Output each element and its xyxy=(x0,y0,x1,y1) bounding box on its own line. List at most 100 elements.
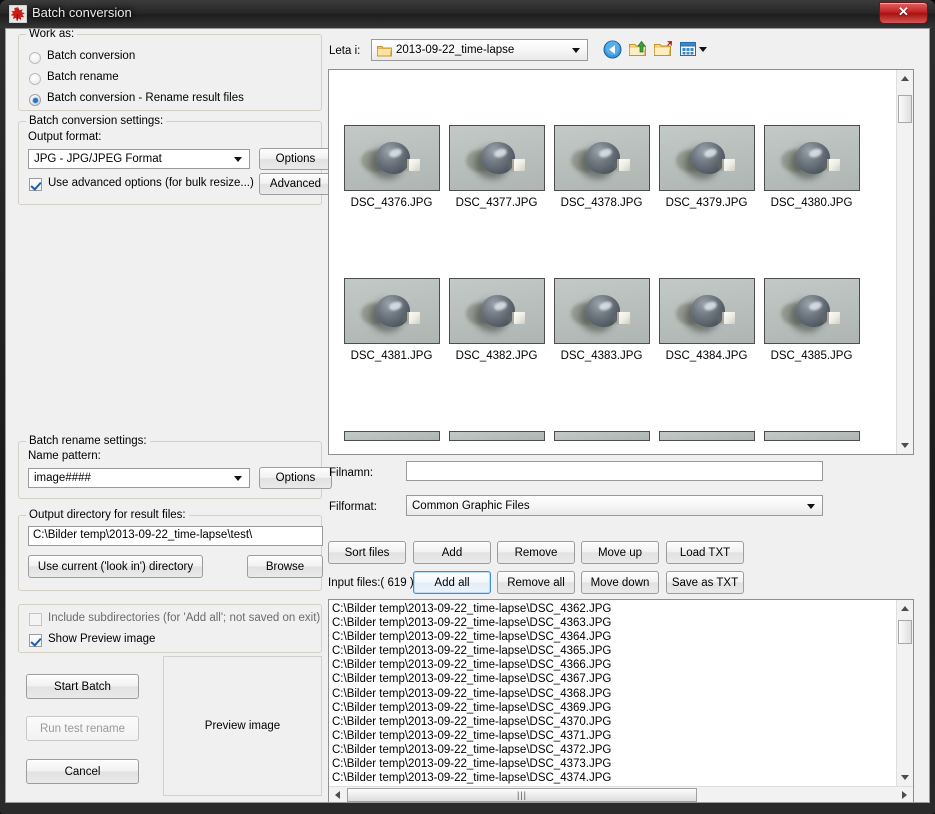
output-format-label: Output format: xyxy=(28,131,102,143)
file-list-row[interactable]: C:\Bilder temp\2013-09-22_time-lapse\DSC… xyxy=(332,771,895,785)
thumbnail-image[interactable] xyxy=(763,431,860,441)
move-up-button[interactable]: Move up xyxy=(581,541,659,564)
thumbnail-item[interactable]: DSC_4383.JPG xyxy=(549,278,654,362)
cube-shape xyxy=(616,159,630,171)
file-list-row[interactable]: C:\Bilder temp\2013-09-22_time-lapse\DSC… xyxy=(332,644,895,658)
thumbnail-item[interactable]: DSC_4378.JPG xyxy=(549,125,654,209)
scroll-up-button[interactable] xyxy=(897,600,913,617)
scroll-thumb[interactable]: ||| xyxy=(347,788,697,802)
thumbnail-image[interactable] xyxy=(448,125,545,191)
load-txt-button[interactable]: Load TXT xyxy=(666,541,744,564)
filelist-vertical-scrollbar[interactable] xyxy=(896,600,913,786)
add-all-button[interactable]: Add all xyxy=(413,571,491,594)
rename-options-button[interactable]: Options xyxy=(259,467,332,489)
thumbnail-image[interactable] xyxy=(553,431,650,441)
scroll-thumb[interactable] xyxy=(898,620,912,644)
thumbnail-image[interactable] xyxy=(343,431,440,441)
thumbnail-image[interactable] xyxy=(553,125,650,191)
fileformat-combo[interactable]: Common Graphic Files xyxy=(406,495,823,516)
view-mode-icon[interactable] xyxy=(680,41,708,61)
scroll-left-button[interactable] xyxy=(329,787,346,802)
name-pattern-combo[interactable]: image#### xyxy=(28,468,250,488)
preview-image-box: Preview image xyxy=(163,656,322,796)
rename-settings-group: Batch rename settings: Name pattern: ima… xyxy=(18,435,332,499)
close-button[interactable]: ✕ xyxy=(879,2,928,24)
thumbnail-item[interactable]: DSC_4382.JPG xyxy=(444,278,549,362)
extra-options-group: Include subdirectories (for 'Add all'; n… xyxy=(18,604,322,653)
start-batch-button[interactable]: Start Batch xyxy=(26,674,139,699)
look-in-combo[interactable]: 2013-09-22_time-lapse xyxy=(371,39,588,61)
output-format-combo[interactable]: JPG - JPG/JPEG Format xyxy=(28,149,250,169)
input-files-list[interactable]: C:\Bilder temp\2013-09-22_time-lapse\DSC… xyxy=(328,599,914,802)
thumbnail-image[interactable] xyxy=(658,278,755,344)
thumbnail-image[interactable] xyxy=(658,431,755,441)
title-bar[interactable]: Batch conversion ✕ xyxy=(0,0,935,28)
file-list-row[interactable]: C:\Bilder temp\2013-09-22_time-lapse\DSC… xyxy=(332,715,895,729)
thumbnail-item-partial[interactable] xyxy=(759,431,864,441)
file-list-row[interactable]: C:\Bilder temp\2013-09-22_time-lapse\DSC… xyxy=(332,701,895,715)
thumbnail-item[interactable]: DSC_4376.JPG xyxy=(339,125,444,209)
scroll-down-button[interactable] xyxy=(897,769,913,786)
thumbnail-image[interactable] xyxy=(448,431,545,441)
advanced-button[interactable]: Advanced xyxy=(259,173,332,195)
filelist-horizontal-scrollbar[interactable]: ||| xyxy=(329,786,913,802)
thumbnail-image[interactable] xyxy=(448,278,545,344)
up-folder-icon[interactable] xyxy=(629,40,648,62)
scroll-thumb[interactable] xyxy=(898,95,912,123)
file-list-row[interactable]: C:\Bilder temp\2013-09-22_time-lapse\DSC… xyxy=(332,616,895,630)
thumbnail-image[interactable] xyxy=(553,278,650,344)
thumbnail-item[interactable]: DSC_4380.JPG xyxy=(759,125,864,209)
scroll-up-button[interactable] xyxy=(897,70,913,87)
file-list-row[interactable]: C:\Bilder temp\2013-09-22_time-lapse\DSC… xyxy=(332,687,895,701)
name-pattern-value: image#### xyxy=(34,472,91,484)
file-list-row[interactable]: C:\Bilder temp\2013-09-22_time-lapse\DSC… xyxy=(332,630,895,644)
file-list-row[interactable]: C:\Bilder temp\2013-09-22_time-lapse\DSC… xyxy=(332,602,895,616)
file-list-row[interactable]: C:\Bilder temp\2013-09-22_time-lapse\DSC… xyxy=(332,757,895,771)
cube-shape xyxy=(826,159,840,171)
output-directory-input[interactable]: C:\Bilder temp\2013-09-22_time-lapse\tes… xyxy=(28,526,323,546)
move-down-button[interactable]: Move down xyxy=(581,571,659,594)
file-list-row[interactable]: C:\Bilder temp\2013-09-22_time-lapse\DSC… xyxy=(332,672,895,686)
thumbnail-caption: DSC_4378.JPG xyxy=(560,197,643,209)
thumbnail-item[interactable]: DSC_4377.JPG xyxy=(444,125,549,209)
cube-shape xyxy=(721,159,735,171)
output-directory-group: Output directory for result files: C:\Bi… xyxy=(18,509,323,591)
save-as-txt-button[interactable]: Save as TXT xyxy=(666,571,744,594)
remove-all-button[interactable]: Remove all xyxy=(497,571,575,594)
input-files-count-label: Input files:( 619 ) xyxy=(328,577,414,589)
use-current-directory-button[interactable]: Use current ('look in') directory xyxy=(28,555,203,578)
cancel-label: Cancel xyxy=(64,765,101,778)
add-button[interactable]: Add xyxy=(413,541,491,564)
filename-input[interactable] xyxy=(406,461,823,481)
file-list-row[interactable]: C:\Bilder temp\2013-09-22_time-lapse\DSC… xyxy=(332,743,895,757)
remove-button[interactable]: Remove xyxy=(497,541,575,564)
new-folder-icon[interactable] xyxy=(654,40,673,62)
thumbnail-browser[interactable]: DSC_4376.JPG DSC_4377.JPG DSC_4378.JPG DSC_… xyxy=(328,69,914,455)
thumbnail-vertical-scrollbar[interactable] xyxy=(896,70,913,454)
format-options-button[interactable]: Options xyxy=(259,148,332,170)
file-list-row[interactable]: C:\Bilder temp\2013-09-22_time-lapse\DSC… xyxy=(332,729,895,743)
checkbox-box xyxy=(29,178,42,191)
thumbnail-item[interactable]: DSC_4385.JPG xyxy=(759,278,864,362)
thumbnail-item[interactable]: DSC_4379.JPG xyxy=(654,125,759,209)
thumbnail-item[interactable]: DSC_4381.JPG xyxy=(339,278,444,362)
thumbnail-image[interactable] xyxy=(763,278,860,344)
thumbnail-image[interactable] xyxy=(343,125,440,191)
thumbnail-item-partial[interactable] xyxy=(444,431,549,441)
thumbnail-image[interactable] xyxy=(343,278,440,344)
back-icon[interactable] xyxy=(603,40,622,62)
scroll-down-button[interactable] xyxy=(897,437,913,454)
sort-files-button[interactable]: Sort files xyxy=(328,541,406,564)
thumbnail-image[interactable] xyxy=(763,125,860,191)
thumbnail-item-partial[interactable] xyxy=(654,431,759,441)
file-list-row[interactable]: C:\Bilder temp\2013-09-22_time-lapse\DSC… xyxy=(332,658,895,672)
scroll-right-button[interactable] xyxy=(896,787,913,802)
thumbnail-item-partial[interactable] xyxy=(339,431,444,441)
browse-button[interactable]: Browse xyxy=(247,555,323,578)
thumbnail-item[interactable]: DSC_4384.JPG xyxy=(654,278,759,362)
thumbnail-image[interactable] xyxy=(658,125,755,191)
conversion-settings-legend: Batch conversion settings: xyxy=(26,115,167,127)
thumbnail-caption: DSC_4379.JPG xyxy=(665,197,748,209)
thumbnail-item-partial[interactable] xyxy=(549,431,654,441)
cancel-button[interactable]: Cancel xyxy=(26,759,139,784)
